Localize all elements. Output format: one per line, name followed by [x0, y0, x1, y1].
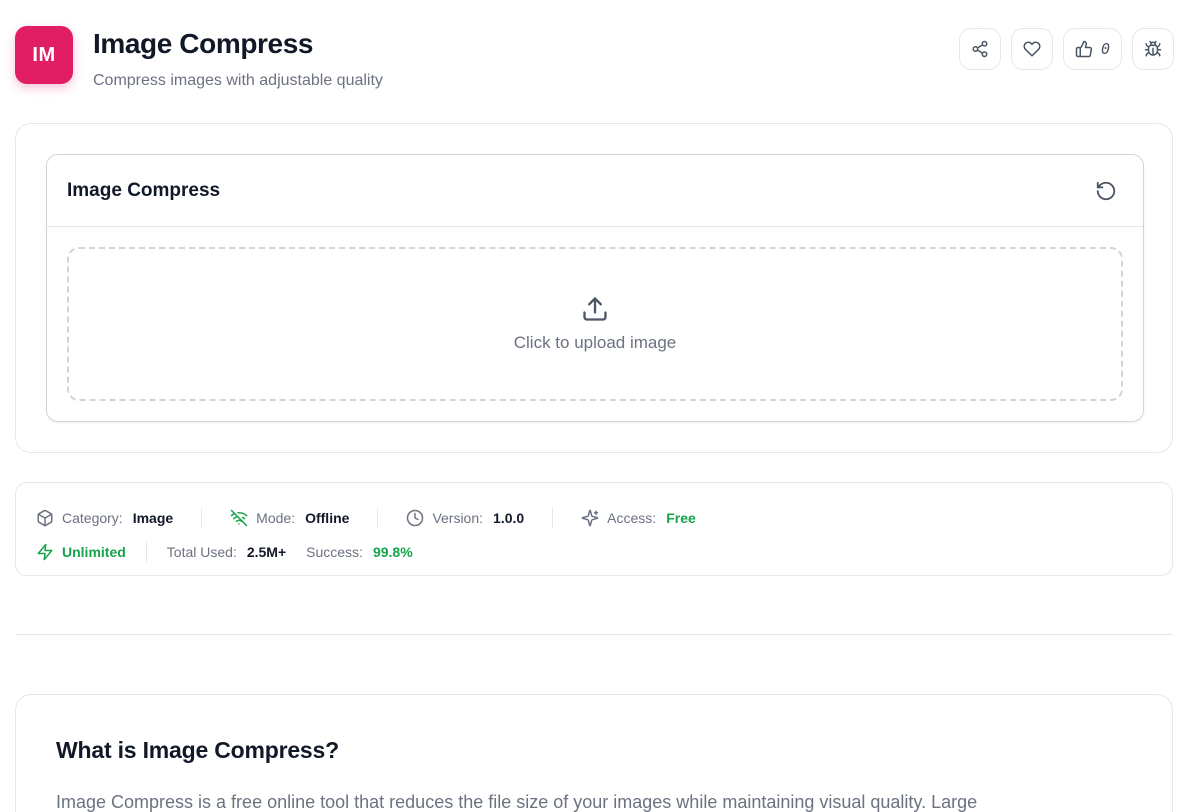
mode-label: Mode:	[256, 510, 296, 526]
page-subtitle: Compress images with adjustable quality	[93, 72, 383, 89]
meta-access: Access: Free	[581, 509, 696, 527]
clock-icon	[407, 509, 424, 527]
meta-total-used: Total Used: 2.5M+	[167, 544, 286, 560]
access-label: Access:	[607, 510, 657, 526]
meta-divider	[145, 542, 147, 562]
reset-button[interactable]	[1089, 174, 1123, 208]
meta-divider	[552, 508, 554, 528]
reset-icon	[1096, 181, 1116, 200]
favorite-button[interactable]	[1010, 28, 1053, 70]
share-icon	[972, 40, 988, 58]
like-button[interactable]: 0	[1062, 28, 1122, 70]
about-section: What is Image Compress? Image Compress i…	[15, 694, 1173, 812]
version-label: Version:	[432, 510, 484, 526]
bug-icon	[1144, 40, 1162, 57]
tool-title: Image Compress	[67, 179, 221, 201]
heart-icon	[1023, 41, 1041, 57]
success-value: 99.8%	[372, 544, 413, 560]
share-button[interactable]	[958, 28, 1001, 70]
success-label: Success:	[306, 544, 363, 560]
meta-divider	[201, 508, 203, 528]
tool-card: Image Compress Click to upload image	[46, 154, 1144, 422]
upload-dropzone[interactable]: Click to upload image	[67, 247, 1123, 401]
sparkles-icon	[581, 509, 599, 527]
app-logo: IM	[15, 26, 73, 84]
meta-unlimited: Unlimited	[36, 543, 126, 561]
meta-row-1: Category: Image Mode: Offline Version: 1…	[36, 501, 1152, 535]
category-label: Category:	[62, 510, 123, 526]
report-bug-button[interactable]	[1132, 28, 1174, 70]
like-count: 0	[1100, 40, 1110, 58]
box-icon	[37, 509, 53, 527]
meta-mode: Mode: Offline	[230, 509, 349, 527]
header-actions: 0	[958, 28, 1174, 70]
tool-meta-panel: Category: Image Mode: Offline Version: 1…	[15, 482, 1173, 576]
total-used-label: Total Used:	[166, 544, 237, 560]
meta-row-2: Unlimited Total Used: 2.5M+ Success: 99.…	[36, 535, 1152, 569]
total-used-value: 2.5M+	[246, 544, 287, 560]
meta-success: Success: 99.8%	[306, 544, 413, 560]
lightning-icon	[37, 543, 53, 561]
category-value: Image	[132, 510, 174, 526]
wifi-off-icon	[230, 509, 248, 527]
meta-divider	[377, 508, 379, 528]
page-title: Image Compress	[93, 28, 314, 59]
upload-label: Click to upload image	[513, 333, 677, 352]
meta-version: Version: 1.0.0	[406, 509, 524, 527]
access-value: Free	[666, 510, 696, 526]
tool-container: Image Compress Click to upload image	[15, 123, 1173, 453]
mode-value: Offline	[305, 510, 350, 526]
version-value: 1.0.0	[493, 510, 525, 526]
tool-header: Image Compress	[47, 155, 1143, 227]
upload-icon	[583, 297, 607, 321]
meta-category: Category: Image	[36, 509, 173, 527]
section-divider	[15, 634, 1173, 635]
about-body: Image Compress is a free online tool tha…	[56, 792, 978, 812]
thumbs-up-icon	[1075, 40, 1093, 58]
unlimited-label: Unlimited	[62, 544, 126, 560]
about-heading: What is Image Compress?	[56, 737, 339, 763]
